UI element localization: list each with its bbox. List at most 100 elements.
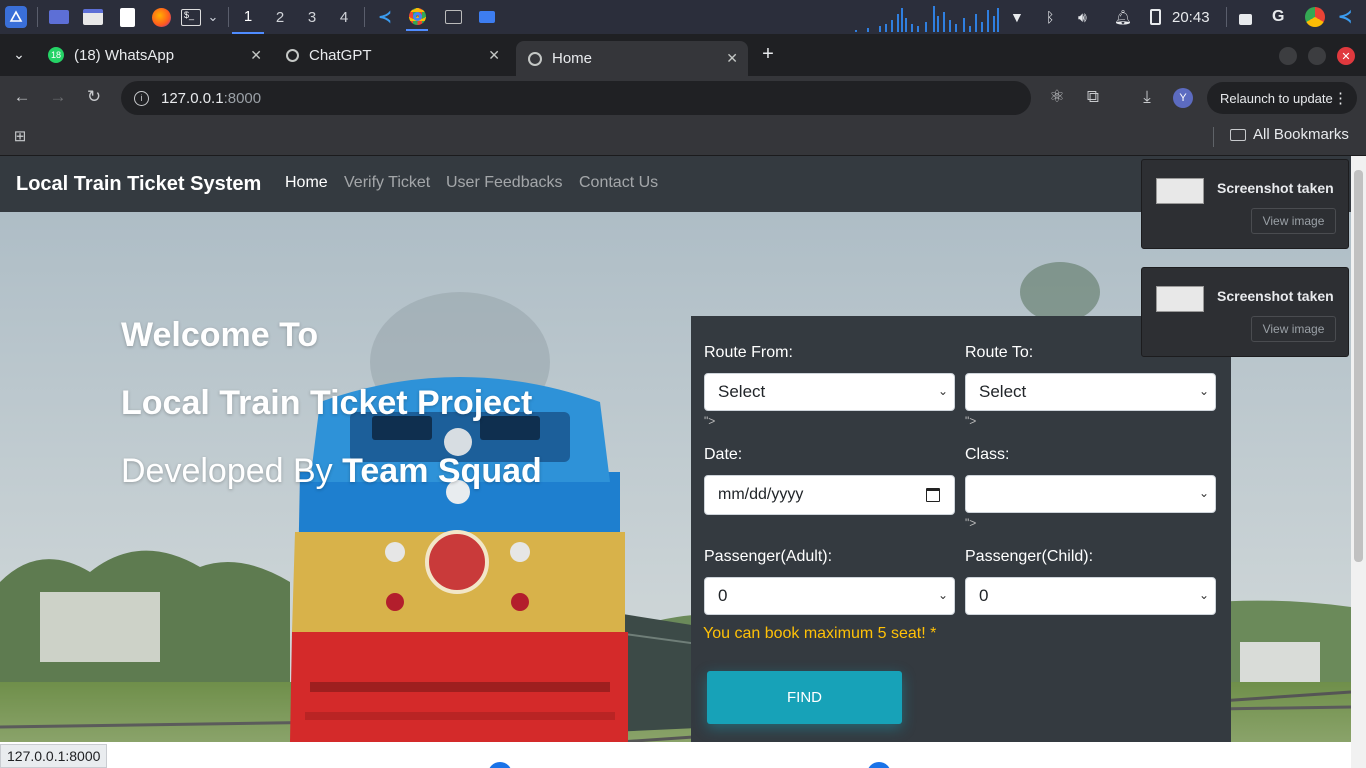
notifications-bell-icon[interactable]: 🔔︎	[1114, 0, 1132, 34]
route-from-select[interactable]: Select ⌄	[704, 373, 955, 411]
close-window-button[interactable]: ✕	[1337, 47, 1355, 65]
chevron-down-icon: ⌄	[1198, 486, 1209, 500]
view-image-button[interactable]: View image	[1251, 208, 1336, 234]
browser-tab-strip: ⌄ 18 (18) WhatsApp ✕ ChatGPT ✕ Home ✕ + …	[0, 34, 1366, 76]
text-editor-icon[interactable]	[116, 6, 138, 28]
route-to-value: Select	[979, 382, 1027, 401]
screenshot-thumbnail	[1156, 286, 1204, 312]
new-tab-plus-icon[interactable]: +	[757, 43, 779, 65]
wifi-icon[interactable]: ▼	[1010, 0, 1024, 34]
react-devtools-icon[interactable]: ⚛︎	[1046, 86, 1068, 108]
os-taskbar: $_ ⌄ 1 2 3 4 ≺ ▼ ᛒ 🔊︎ 🔔︎ 20:43 G ≺	[0, 0, 1366, 34]
desktop-icon[interactable]	[48, 6, 70, 28]
terminal-icon[interactable]: $_	[180, 6, 202, 28]
tab-whatsapp[interactable]: 18 (18) WhatsApp ✕	[36, 38, 272, 72]
chevron-down-icon: ⌄	[937, 588, 948, 602]
apps-grid-icon[interactable]: ⊞	[9, 125, 31, 147]
calendar-icon[interactable]	[926, 488, 940, 502]
class-label: Class:	[965, 446, 1010, 463]
nav-link-home[interactable]: Home	[285, 174, 328, 192]
terminal-icon[interactable]	[442, 6, 464, 28]
child-passenger-value: 0	[979, 586, 989, 605]
view-image-button[interactable]: View image	[1251, 316, 1336, 342]
back-arrow-icon[interactable]: ←	[11, 86, 33, 108]
close-icon[interactable]: ✕	[488, 47, 500, 64]
workspace-1[interactable]: 1	[232, 0, 264, 34]
file-manager-icon[interactable]	[82, 6, 104, 28]
route-to-label: Route To:	[965, 344, 1034, 361]
screenshot-thumbnail	[1156, 178, 1204, 204]
battery-icon[interactable]	[1150, 0, 1161, 34]
forward-arrow-icon[interactable]: →	[47, 86, 69, 108]
feature-icon	[867, 762, 891, 768]
route-from-label: Route From:	[704, 344, 793, 361]
extensions-icon[interactable]: ⧉	[1082, 86, 1104, 108]
site-info-icon[interactable]: i	[134, 90, 149, 106]
vscode-icon[interactable]: ≺	[374, 6, 396, 28]
address-bar[interactable]: i 127.0.0.1:8000	[121, 81, 1031, 115]
taskbar-separator	[1226, 7, 1227, 27]
screenshot-notification[interactable]: Screenshot taken View image	[1141, 267, 1349, 357]
system-menu-icon[interactable]	[5, 6, 27, 28]
close-icon[interactable]: ✕	[250, 47, 262, 64]
relaunch-to-update-button[interactable]: Relaunch to update ⋮	[1207, 82, 1357, 114]
folder-icon[interactable]	[476, 6, 498, 28]
scrollbar-thumb[interactable]	[1354, 170, 1363, 562]
workspace-2[interactable]: 2	[264, 0, 296, 34]
clock[interactable]: 20:43	[1172, 0, 1210, 34]
find-button[interactable]: FIND	[707, 671, 902, 724]
nav-link-contact-us[interactable]: Contact Us	[579, 174, 658, 192]
taskbar-separator	[364, 7, 365, 27]
adult-passenger-select[interactable]: 0 ⌄	[704, 577, 955, 615]
close-icon[interactable]: ✕	[726, 50, 738, 67]
stray-text: ">	[965, 516, 977, 530]
chevron-down-icon[interactable]: ⌄	[204, 6, 222, 28]
minimize-window-button[interactable]	[1279, 47, 1297, 65]
page-scrollbar[interactable]	[1351, 156, 1366, 768]
hero-developer-heading: Developed By Team Squad	[121, 452, 542, 491]
maximize-window-button[interactable]	[1308, 47, 1326, 65]
chevron-down-icon: ⌄	[1198, 384, 1209, 398]
chatgpt-icon	[286, 48, 299, 62]
more-menu-icon[interactable]: ⋮	[1333, 89, 1348, 107]
relaunch-label: Relaunch to update	[1220, 90, 1333, 106]
screenshot-notification[interactable]: Screenshot taken View image	[1141, 159, 1349, 249]
profile-avatar[interactable]: Y	[1173, 88, 1193, 108]
volume-icon[interactable]: 🔊︎	[1078, 0, 1087, 34]
date-placeholder: mm/dd/yyyy	[718, 486, 804, 503]
lock-icon[interactable]	[1239, 0, 1252, 34]
workspace-4[interactable]: 4	[328, 0, 360, 34]
firefox-icon[interactable]	[150, 6, 172, 28]
tab-label: (18) WhatsApp	[74, 46, 175, 64]
vscode-icon[interactable]: ≺	[1338, 0, 1352, 34]
team-name: Team Squad	[342, 452, 542, 490]
all-bookmarks-button[interactable]: All Bookmarks	[1230, 126, 1349, 143]
download-icon[interactable]: ⤓	[1136, 86, 1158, 108]
class-select[interactable]: ⌄	[965, 475, 1216, 513]
tab-chatgpt[interactable]: ChatGPT ✕	[274, 38, 510, 72]
tab-home[interactable]: Home ✕	[516, 41, 748, 76]
whatsapp-icon: 18	[48, 47, 64, 63]
link-status-bar: 127.0.0.1:8000	[0, 744, 108, 768]
chevron-down-icon: ⌄	[937, 384, 948, 398]
workspace-3[interactable]: 3	[296, 0, 328, 34]
adult-passenger-value: 0	[718, 586, 728, 605]
chrome-icon[interactable]	[406, 3, 428, 31]
tab-label: Home	[552, 50, 593, 67]
nav-link-verify-ticket[interactable]: Verify Ticket	[344, 174, 430, 192]
date-input[interactable]: mm/dd/yyyy	[704, 475, 955, 515]
child-passenger-select[interactable]: 0 ⌄	[965, 577, 1216, 615]
globe-icon	[528, 51, 542, 66]
reload-icon[interactable]: ↻	[83, 86, 105, 108]
site-brand[interactable]: Local Train Ticket System	[16, 173, 261, 196]
feature-icon	[488, 762, 512, 768]
google-icon[interactable]: G	[1272, 0, 1284, 34]
bluetooth-icon[interactable]: ᛒ	[1046, 0, 1054, 34]
chrome-icon[interactable]	[1305, 0, 1325, 34]
route-to-select[interactable]: Select ⌄	[965, 373, 1216, 411]
stray-text: ">	[704, 414, 716, 428]
hero-welcome-heading: Welcome To	[121, 316, 319, 354]
taskbar-separator	[228, 7, 229, 27]
tab-search-chevron-icon[interactable]: ⌄	[8, 43, 30, 65]
nav-link-user-feedbacks[interactable]: User Feedbacks	[446, 174, 563, 192]
